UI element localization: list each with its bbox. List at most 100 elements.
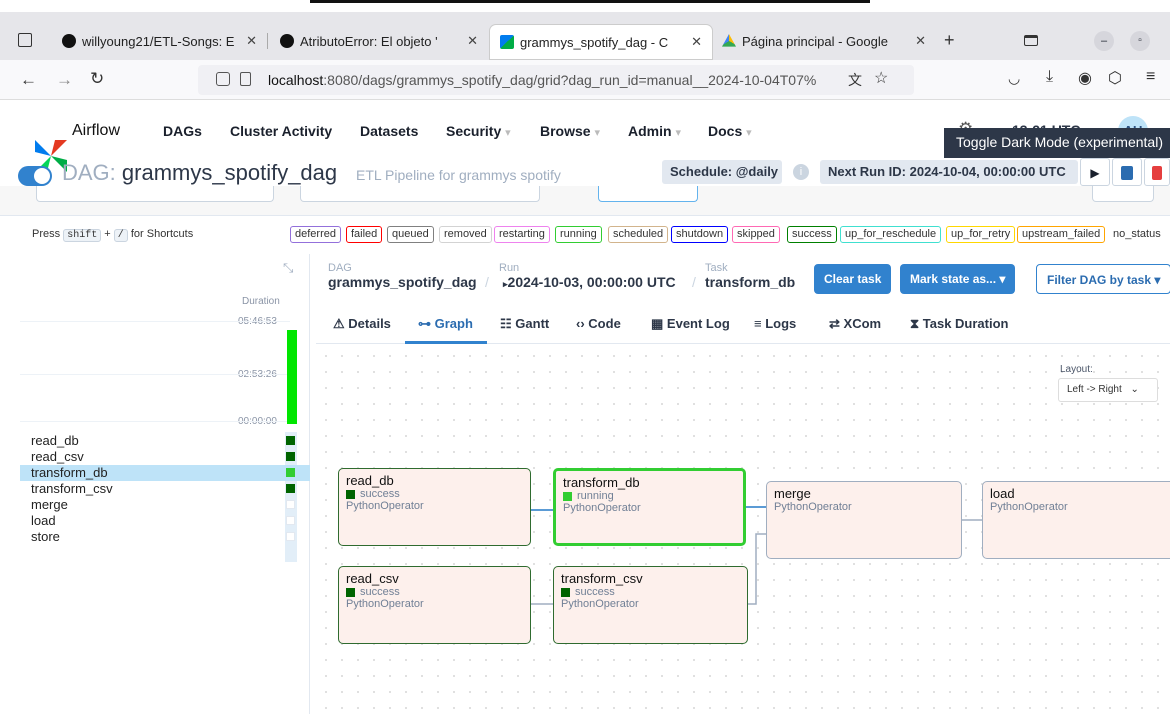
task-instance-square[interactable]	[286, 484, 295, 493]
graph-node-read-csv[interactable]: read_csv success PythonOperator	[338, 566, 531, 644]
nav-docs[interactable]: Docs ▾	[708, 123, 752, 139]
node-name: read_db	[346, 473, 394, 488]
graph-node-transform-csv[interactable]: transform_csv success PythonOperator	[553, 566, 748, 644]
bc-run-value[interactable]: ▸2024-10-03, 00:00:00 UTC	[503, 274, 676, 290]
bc-dag-value[interactable]: grammys_spotify_dag	[328, 274, 477, 290]
pocket-icon[interactable]: ◡	[1008, 70, 1020, 87]
schedule-badge: Schedule: @daily	[662, 160, 782, 184]
info-icon[interactable]: i	[793, 164, 809, 180]
task-instance-square[interactable]	[286, 532, 295, 541]
shield-icon[interactable]	[216, 72, 230, 86]
task-name: merge	[31, 497, 68, 512]
page-info-icon[interactable]	[240, 72, 251, 86]
nav-browse[interactable]: Browse ▾	[540, 123, 600, 139]
task-instance-square[interactable]	[286, 452, 295, 461]
task-row-store[interactable]: store	[20, 529, 310, 545]
legend-upstream-failed[interactable]: upstream_failed	[1017, 226, 1106, 243]
graph-node-read-db[interactable]: read_db success PythonOperator	[338, 468, 531, 546]
translate-icon[interactable]: 文	[848, 70, 862, 90]
graph-node-transform-db[interactable]: transform_db running PythonOperator	[553, 468, 746, 546]
tab-xcom[interactable]: ⇄ XCom	[829, 316, 881, 332]
tab-airflow-dag[interactable]: grammys_spotify_dag - C ✕	[490, 25, 712, 59]
clear-filters-box[interactable]	[1092, 186, 1154, 202]
task-row-transform-db[interactable]: transform_db	[20, 465, 310, 481]
new-tab-button[interactable]: +	[944, 30, 955, 51]
task-row-load[interactable]: load	[20, 513, 310, 529]
task-instance-square[interactable]	[286, 516, 295, 525]
tab-logs[interactable]: ≡ Logs	[754, 316, 796, 331]
task-name: load	[31, 513, 56, 528]
forward-icon[interactable]: →	[56, 70, 73, 90]
trigger-dag-button[interactable]: ▶	[1080, 158, 1110, 186]
nav-cluster-activity[interactable]: Cluster Activity	[230, 123, 332, 139]
tab-task-duration[interactable]: ⧗ Task Duration	[910, 316, 1008, 332]
dark-mode-tooltip: Toggle Dark Mode (experimental)	[944, 128, 1170, 158]
legend-queued[interactable]: queued	[387, 226, 434, 243]
tab-google-drive[interactable]: Página principal - Google ✕	[712, 23, 936, 59]
tab-graph[interactable]: ⊶ Graph	[418, 316, 473, 332]
downloads-icon[interactable]: ⤓	[1046, 68, 1053, 86]
airflow-logo-text[interactable]: Airflow	[72, 122, 120, 140]
legend-up-for-retry[interactable]: up_for_retry	[946, 226, 1016, 243]
task-row-read-db[interactable]: read_db	[20, 433, 310, 449]
task-row-merge[interactable]: merge	[20, 497, 310, 513]
tab-event-log[interactable]: ▦ Event Log	[651, 316, 730, 332]
legend-up-for-reschedule[interactable]: up_for_reschedule	[840, 226, 942, 243]
restore-window-icon[interactable]: ▫	[1130, 31, 1150, 51]
tab-code[interactable]: ‹› Code	[576, 316, 621, 331]
legend-scheduled[interactable]: scheduled	[608, 226, 669, 243]
task-instance-square[interactable]	[286, 500, 295, 509]
tab-gantt[interactable]: ☷ Gantt	[500, 316, 549, 332]
graph-node-merge[interactable]: merge PythonOperator	[766, 481, 962, 559]
run-type-filter[interactable]	[598, 186, 698, 202]
legend-running[interactable]: running	[555, 226, 602, 243]
clear-task-button[interactable]: Clear task	[814, 264, 892, 294]
account-icon[interactable]: ◉	[1078, 68, 1092, 88]
run-duration-bar[interactable]	[287, 330, 297, 424]
tab-details[interactable]: ⚠ Details	[333, 316, 391, 332]
bc-task-value[interactable]: transform_db	[705, 274, 795, 290]
run-count-filter[interactable]	[300, 186, 540, 202]
legend-deferred[interactable]: deferred	[290, 226, 341, 243]
nav-security[interactable]: Security ▾	[446, 123, 511, 139]
legend-shutdown[interactable]: shutdown	[671, 226, 729, 243]
close-tab-icon[interactable]: ✕	[691, 34, 702, 50]
tab-atributo-error[interactable]: AtributoError: El objeto ' ✕	[270, 23, 488, 59]
filter-dag-button[interactable]: Filter DAG by task ▾	[1036, 264, 1170, 294]
collapse-grid-icon[interactable]: ⤡	[283, 260, 293, 276]
legend-failed[interactable]: failed	[346, 226, 383, 243]
minimize-window-icon[interactable]: –	[1094, 31, 1114, 51]
app-menu-icon[interactable]: ≡	[1146, 68, 1155, 86]
layout-select[interactable]: Left -> Right ⌄	[1058, 378, 1158, 402]
legend-removed[interactable]: removed	[439, 226, 492, 243]
url-text[interactable]: localhost:8080/dags/grammys_spotify_dag/…	[268, 72, 816, 88]
graph-node-load[interactable]: load PythonOperator	[982, 481, 1170, 559]
gantt-icon: ☷	[500, 316, 512, 331]
delete-dag-button[interactable]	[1144, 158, 1170, 186]
back-icon[interactable]: ←	[20, 70, 37, 90]
nav-dags[interactable]: DAGs	[163, 123, 202, 139]
legend-restarting[interactable]: restarting	[494, 226, 550, 243]
extensions-icon[interactable]: ⬡	[1108, 68, 1122, 88]
reload-icon[interactable]: ↻	[90, 69, 104, 89]
close-tab-icon[interactable]: ✕	[246, 33, 257, 49]
tab-overview-icon[interactable]	[18, 33, 32, 47]
task-row-transform-csv[interactable]: transform_csv	[20, 481, 310, 497]
refresh-dag-button[interactable]	[1112, 158, 1142, 186]
task-instance-square[interactable]	[286, 468, 295, 477]
task-row-read-csv[interactable]: read_csv	[20, 449, 310, 465]
legend-skipped[interactable]: skipped	[732, 226, 780, 243]
close-tab-icon[interactable]: ✕	[915, 33, 926, 49]
legend-success[interactable]: success	[787, 226, 837, 243]
run-date-filter[interactable]	[36, 186, 274, 202]
url-host: localhost	[268, 72, 324, 88]
dag-pause-toggle[interactable]	[18, 166, 52, 186]
nav-datasets[interactable]: Datasets	[360, 123, 418, 139]
bookmark-star-icon[interactable]: ☆	[874, 68, 888, 88]
tab-etl-songs[interactable]: willyoung21/ETL-Songs: E ✕	[52, 23, 267, 59]
list-all-tabs-icon[interactable]	[1024, 35, 1038, 46]
task-instance-square[interactable]	[286, 436, 295, 445]
nav-admin[interactable]: Admin ▾	[628, 123, 681, 139]
mark-state-button[interactable]: Mark state as... ▾	[900, 264, 1016, 294]
close-tab-icon[interactable]: ✕	[467, 33, 478, 49]
